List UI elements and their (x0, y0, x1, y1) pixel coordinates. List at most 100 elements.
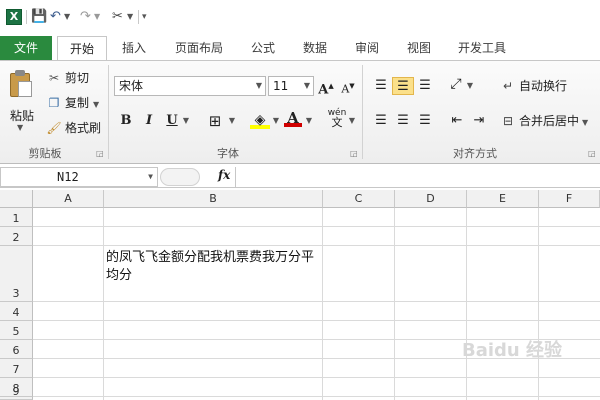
align-left-icon[interactable]: ☰ (372, 112, 390, 130)
customize-qat-icon[interactable]: ▾ (142, 9, 147, 25)
cut-label: 剪切 (65, 71, 90, 85)
insert-function-icon[interactable]: fx (218, 168, 230, 182)
tab-formulas[interactable]: 公式 (242, 36, 284, 60)
column-header-e[interactable]: E (467, 190, 539, 208)
font-size-select[interactable]: 11 ▼ (268, 76, 314, 96)
column-header-c[interactable]: C (323, 190, 395, 208)
watermark: Baidu 经验 (462, 340, 563, 361)
wrap-text-button[interactable]: ↵ 自动换行 (500, 77, 567, 95)
increase-indent-icon[interactable]: ⇥ (470, 112, 488, 130)
name-box[interactable]: N12 ▼ (0, 167, 158, 187)
column-header-d[interactable]: D (395, 190, 467, 208)
redo-dropdown-icon[interactable]: ▼ (94, 9, 100, 25)
format-painter-icon: 🖌 (46, 121, 62, 135)
alignment-group-label: 对齐方式 (453, 147, 497, 160)
clipboard-launcher-icon[interactable]: ◲ (96, 149, 104, 158)
select-all-corner[interactable] (0, 190, 33, 208)
tools-dropdown-icon[interactable]: ▼ (127, 9, 133, 25)
save-icon[interactable]: 💾 (31, 9, 47, 25)
gridline (466, 208, 467, 400)
merge-center-label: 合并后居中 (519, 114, 580, 128)
gridline (394, 208, 395, 400)
align-top-icon[interactable]: ☰ (372, 77, 390, 95)
font-size-dropdown-icon: ▼ (303, 81, 310, 90)
align-middle-icon[interactable]: ☰ (392, 77, 414, 95)
align-center-icon[interactable]: ☰ (394, 112, 412, 130)
quick-access-toolbar: X 💾 ↶ ▼ ↷ ▼ ✂ ▼ ▾ (0, 0, 600, 36)
bold-button[interactable]: B (117, 112, 135, 130)
gridline (33, 301, 600, 302)
fill-color-dropdown-icon[interactable]: ▼ (272, 112, 280, 130)
tab-view[interactable]: 视图 (398, 36, 440, 60)
shrink-font-button[interactable]: A▼ (340, 77, 356, 96)
format-painter-label: 格式刷 (65, 121, 102, 135)
column-header-a[interactable]: A (33, 190, 104, 208)
row-header-3[interactable]: 3 (0, 246, 33, 302)
decrease-indent-icon[interactable]: ⇤ (448, 112, 466, 130)
borders-icon[interactable]: ⊞ (204, 112, 226, 130)
group-divider (108, 65, 109, 159)
phonetic-guide-icon[interactable]: wén 文 (326, 108, 348, 128)
tab-review[interactable]: 审阅 (346, 36, 388, 60)
align-right-icon[interactable]: ☰ (416, 112, 434, 130)
undo-dropdown-icon[interactable]: ▼ (64, 9, 70, 25)
row-header-5[interactable]: 5 (0, 321, 33, 340)
paste-dropdown-icon[interactable]: ▼ (17, 123, 23, 132)
tab-data[interactable]: 数据 (294, 36, 336, 60)
font-color-icon[interactable]: A (284, 109, 302, 127)
orientation-dropdown-icon[interactable]: ▼ (466, 77, 474, 95)
gridline (322, 208, 323, 400)
paste-button[interactable]: 粘贴 (10, 107, 34, 124)
grow-font-button[interactable]: A▲ (318, 77, 334, 97)
row-header-2[interactable]: 2 (0, 227, 33, 246)
tab-developer[interactable]: 开发工具 (450, 36, 514, 60)
row-header-1[interactable]: 1 (0, 208, 33, 227)
tab-home[interactable]: 开始 (57, 36, 107, 61)
tab-page-layout[interactable]: 页面布局 (166, 36, 232, 60)
cut-button[interactable]: ✂ 剪切 (46, 69, 89, 87)
tools-icon[interactable]: ✂ (112, 9, 123, 25)
copy-dropdown-icon[interactable]: ▼ (93, 100, 99, 109)
font-color-dropdown-icon[interactable]: ▼ (305, 112, 313, 130)
ribbon-tabs: 文件 开始 插入 页面布局 公式 数据 审阅 视图 开发工具 (0, 36, 600, 61)
row-header-4[interactable]: 4 (0, 302, 33, 321)
column-header-f[interactable]: F (539, 190, 600, 208)
font-name-dropdown-icon: ▼ (255, 81, 262, 90)
tab-file[interactable]: 文件 (0, 36, 52, 60)
group-divider-2 (362, 65, 363, 159)
align-bottom-icon[interactable]: ☰ (416, 77, 434, 95)
underline-button[interactable]: U (163, 112, 181, 130)
italic-button[interactable]: I (140, 112, 158, 130)
orientation-icon[interactable]: ⤢ (448, 75, 464, 93)
formula-bar-control[interactable] (160, 168, 200, 186)
row-header-6[interactable]: 6 (0, 340, 33, 359)
alignment-launcher-icon[interactable]: ◲ (588, 149, 596, 158)
paste-icon[interactable] (8, 69, 34, 99)
column-header-b[interactable]: B (104, 190, 323, 208)
cell-b3-text[interactable]: 的凤飞飞金额分配我机票费我万分平均分 (106, 249, 322, 285)
worksheet-grid[interactable]: A B C D E F 1 2 3 4 5 6 7 8 9 的凤飞飞金额分配我机… (0, 190, 600, 400)
format-painter-button[interactable]: 🖌 格式刷 (46, 119, 101, 137)
row-header-7[interactable]: 7 (0, 359, 33, 378)
underline-dropdown-icon[interactable]: ▼ (182, 112, 190, 130)
merge-center-dropdown-icon[interactable]: ▼ (582, 118, 588, 127)
font-name-value: 宋体 (119, 79, 144, 93)
merge-center-button[interactable]: ⊟ 合并后居中 ▼ (500, 112, 588, 130)
undo-icon[interactable]: ↶ (50, 9, 61, 25)
copy-button[interactable]: ❐ 复制 ▼ (46, 94, 100, 112)
redo-icon[interactable]: ↷ (80, 9, 91, 25)
tab-insert[interactable]: 插入 (112, 36, 156, 60)
gridline (33, 226, 600, 227)
copy-label: 复制 (65, 96, 90, 110)
font-name-select[interactable]: 宋体 ▼ (114, 76, 266, 96)
wrap-text-icon: ↵ (502, 79, 514, 93)
phonetic-dropdown-icon[interactable]: ▼ (348, 112, 356, 130)
qat-divider (26, 10, 27, 24)
fill-color-icon[interactable]: ◈ (250, 111, 270, 129)
font-launcher-icon[interactable]: ◲ (350, 149, 358, 158)
borders-dropdown-icon[interactable]: ▼ (228, 112, 236, 130)
gridline (33, 396, 600, 397)
formula-input[interactable] (235, 167, 600, 187)
merge-center-icon: ⊟ (502, 114, 514, 128)
name-box-dropdown-icon[interactable]: ▼ (148, 168, 153, 186)
